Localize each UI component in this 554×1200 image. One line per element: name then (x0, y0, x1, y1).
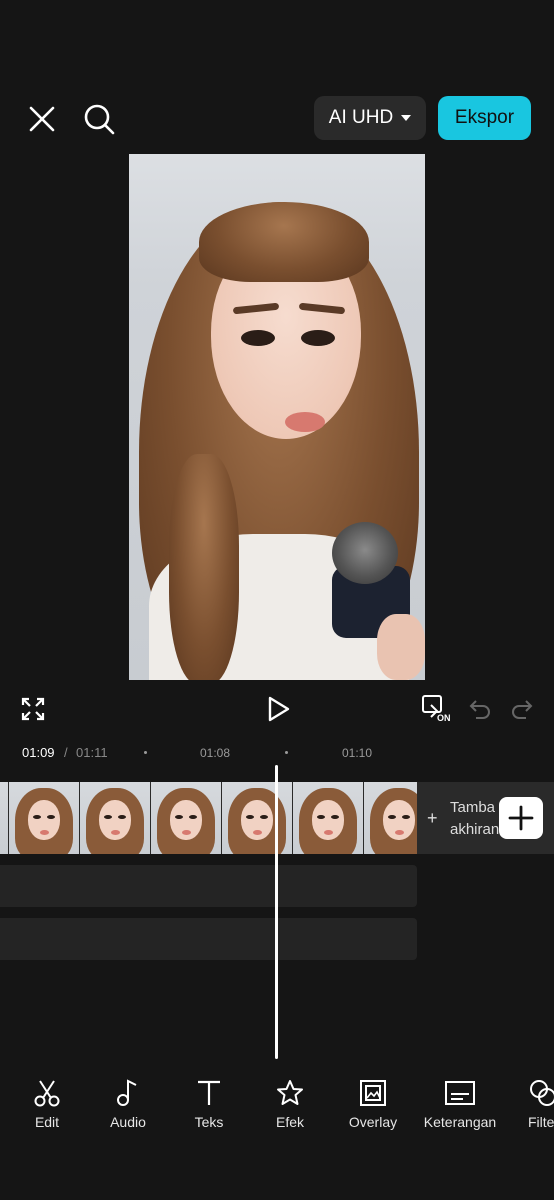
tool-captions[interactable]: Keterangan (420, 1078, 500, 1130)
play-icon (268, 696, 290, 722)
timeline-dot (144, 751, 147, 754)
add-ending-label: akhiran (450, 821, 500, 838)
tool-label: Audio (110, 1114, 146, 1130)
video-preview[interactable] (129, 154, 425, 680)
undo-button[interactable] (468, 697, 492, 721)
tool-label: Edit (34, 1114, 60, 1130)
tool-text[interactable]: Teks (169, 1078, 249, 1130)
quality-label: AI UHD (328, 107, 394, 128)
effects-star-icon (277, 1080, 303, 1105)
redo-button[interactable] (510, 697, 534, 721)
chevron-down-icon (401, 115, 412, 121)
redo-icon (512, 700, 533, 719)
add-clip-button[interactable] (499, 797, 543, 839)
tool-edit[interactable]: Edit (7, 1078, 87, 1130)
time-separator: / (64, 745, 68, 760)
tool-label: Keterangan (423, 1114, 497, 1130)
search-icon (84, 104, 115, 135)
clip-thumbnail-strip[interactable] (0, 782, 417, 854)
preview-hand (377, 614, 425, 680)
fullscreen-icon (21, 697, 45, 721)
tool-label: Efek (275, 1114, 304, 1130)
preview-eye-right (301, 330, 335, 346)
undo-icon (469, 700, 490, 719)
tool-filter[interactable]: Filte (504, 1078, 554, 1130)
timeline-dot (285, 751, 288, 754)
close-icon (29, 106, 55, 132)
preview-lips (285, 412, 325, 432)
tool-label: Overlay (348, 1114, 398, 1130)
plus-icon (508, 805, 534, 831)
add-ending-label: Tamba (450, 799, 496, 816)
export-button[interactable]: Ekspor (438, 96, 531, 140)
fullscreen-button[interactable] (20, 696, 46, 722)
tool-label: Teks (194, 1114, 224, 1130)
preview-hair-left (169, 454, 239, 680)
timeline-tick: 01:08 (200, 746, 231, 760)
on-badge: ON (437, 713, 451, 723)
search-button[interactable] (82, 102, 116, 136)
preview-eye-left (241, 330, 275, 346)
tool-label: Filte (528, 1114, 554, 1130)
clip-thumbnail (0, 782, 9, 854)
tool-effects[interactable]: Efek (250, 1078, 330, 1130)
close-button[interactable] (26, 103, 58, 135)
preview-mic (332, 522, 398, 584)
current-time: 01:09 (22, 745, 55, 760)
filter-icon (530, 1080, 554, 1106)
clip-thumbnail (222, 782, 293, 854)
timeline-tick: 01:10 (342, 746, 373, 760)
music-note-icon (117, 1079, 137, 1106)
original-sound-toggle[interactable]: ON (421, 693, 455, 725)
scissors-icon (34, 1080, 60, 1107)
clip-thumbnail (151, 782, 222, 854)
clip-thumbnail (9, 782, 80, 854)
clip-thumbnail (80, 782, 151, 854)
clip-thumbnail (364, 782, 417, 854)
playhead[interactable] (275, 765, 278, 1059)
clip-thumbnail (293, 782, 364, 854)
audio-lane[interactable] (0, 865, 417, 907)
text-icon (198, 1080, 220, 1105)
preview-bangs (199, 202, 369, 282)
overlay-icon (360, 1080, 386, 1106)
captions-icon (445, 1081, 475, 1105)
quality-dropdown[interactable]: AI UHD (314, 96, 426, 140)
play-button[interactable] (264, 694, 292, 724)
add-ending-plus: + (427, 808, 438, 828)
tool-audio[interactable]: Audio (88, 1078, 168, 1130)
export-label: Ekspor (454, 107, 515, 128)
tool-overlay[interactable]: Overlay (333, 1078, 413, 1130)
text-lane[interactable] (0, 918, 417, 960)
total-time: 01:11 (76, 745, 108, 760)
